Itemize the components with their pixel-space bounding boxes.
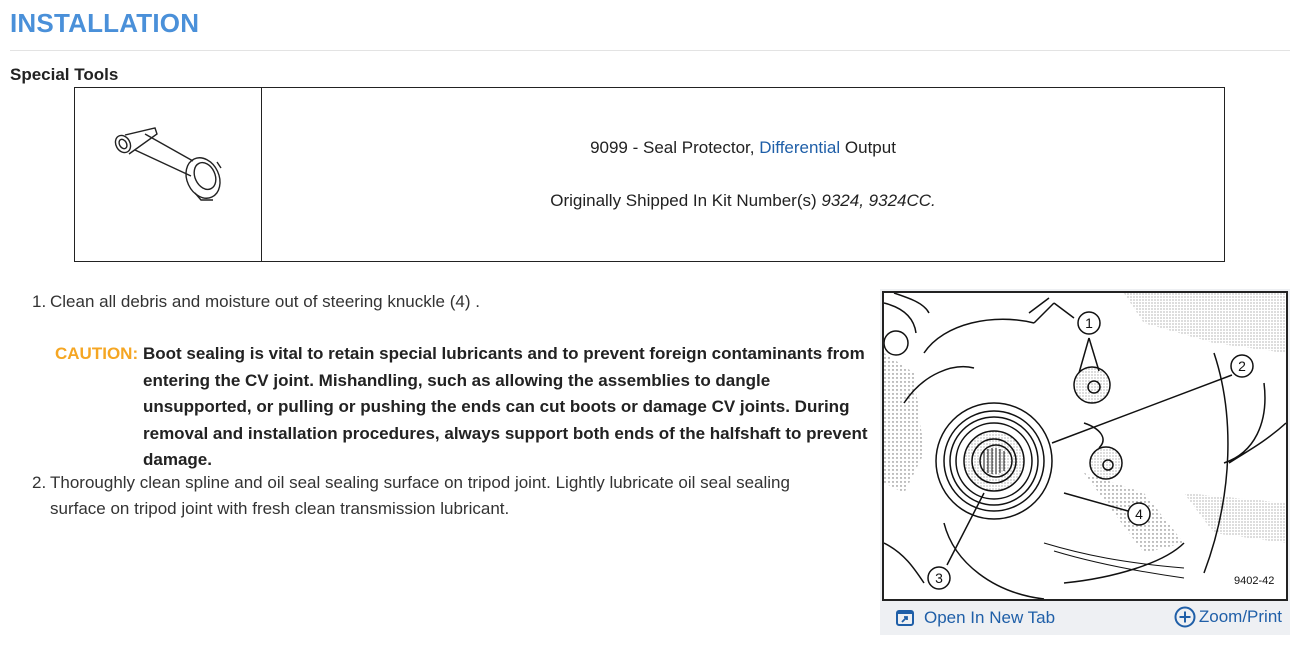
callout-2: 2 (1238, 358, 1246, 374)
step-2-text: Thoroughly clean spline and oil seal sea… (50, 473, 790, 518)
tool-description-cell: 9099 - Seal Protector, Differential Outp… (262, 88, 1224, 261)
figure-code: 9402-42 (1234, 575, 1275, 587)
open-in-new-tab-button[interactable]: Open In New Tab (896, 606, 1055, 630)
tool-name: 9099 - Seal Protector, Differential Outp… (262, 138, 1224, 158)
tool-image-cell (75, 88, 262, 261)
special-tools-table: 9099 - Seal Protector, Differential Outp… (74, 87, 1225, 262)
callout-3: 3 (935, 570, 943, 586)
callout-1: 1 (1085, 315, 1093, 331)
open-in-new-tab-label: Open In New Tab (924, 608, 1056, 627)
title-divider (10, 50, 1290, 51)
figure-panel: 1 2 4 3 9402-42 Open In New Tab Zoom/Pri… (880, 289, 1290, 635)
zoom-print-button[interactable]: Zoom/Print (1174, 605, 1282, 629)
tool-number-text: 9099 - Seal Protector, (590, 138, 760, 157)
step-1: 1. Clean all debris and moisture out of s… (32, 289, 480, 315)
step-2: 2. Thoroughly clean spline and oil seal … (32, 470, 852, 518)
figure-toolbar: Open In New Tab Zoom/Print (880, 601, 1290, 635)
step-1-number: 1. (32, 292, 47, 311)
differential-link[interactable]: Differential (759, 138, 840, 157)
special-tools-heading: Special Tools (10, 65, 119, 84)
kit-numbers-text: 9324, 9324CC. (821, 191, 936, 210)
plus-circle-icon (1174, 606, 1196, 628)
step-1-text: Clean all debris and moisture out of ste… (50, 292, 480, 311)
step-2-number: 2. (32, 473, 47, 492)
steering-knuckle-diagram[interactable]: 1 2 4 3 9402-42 (882, 291, 1288, 601)
diagram-drawing: 1 2 4 3 (884, 293, 1286, 599)
tool-suffix-text: Output (840, 138, 896, 157)
zoom-print-label: Zoom/Print (1198, 607, 1282, 626)
open-in-new-tab-icon (896, 610, 914, 626)
kit-prefix-text: Originally Shipped In Kit Number(s) (550, 191, 822, 210)
caution-text: Boot sealing is vital to retain special … (143, 344, 868, 469)
kit-numbers: Originally Shipped In Kit Number(s) 9324… (262, 191, 1224, 211)
caution-label: CAUTION: (55, 344, 139, 363)
page-title: INSTALLATION (10, 8, 200, 38)
callout-4: 4 (1135, 506, 1143, 522)
seal-protector-tool-illustration (114, 127, 222, 201)
